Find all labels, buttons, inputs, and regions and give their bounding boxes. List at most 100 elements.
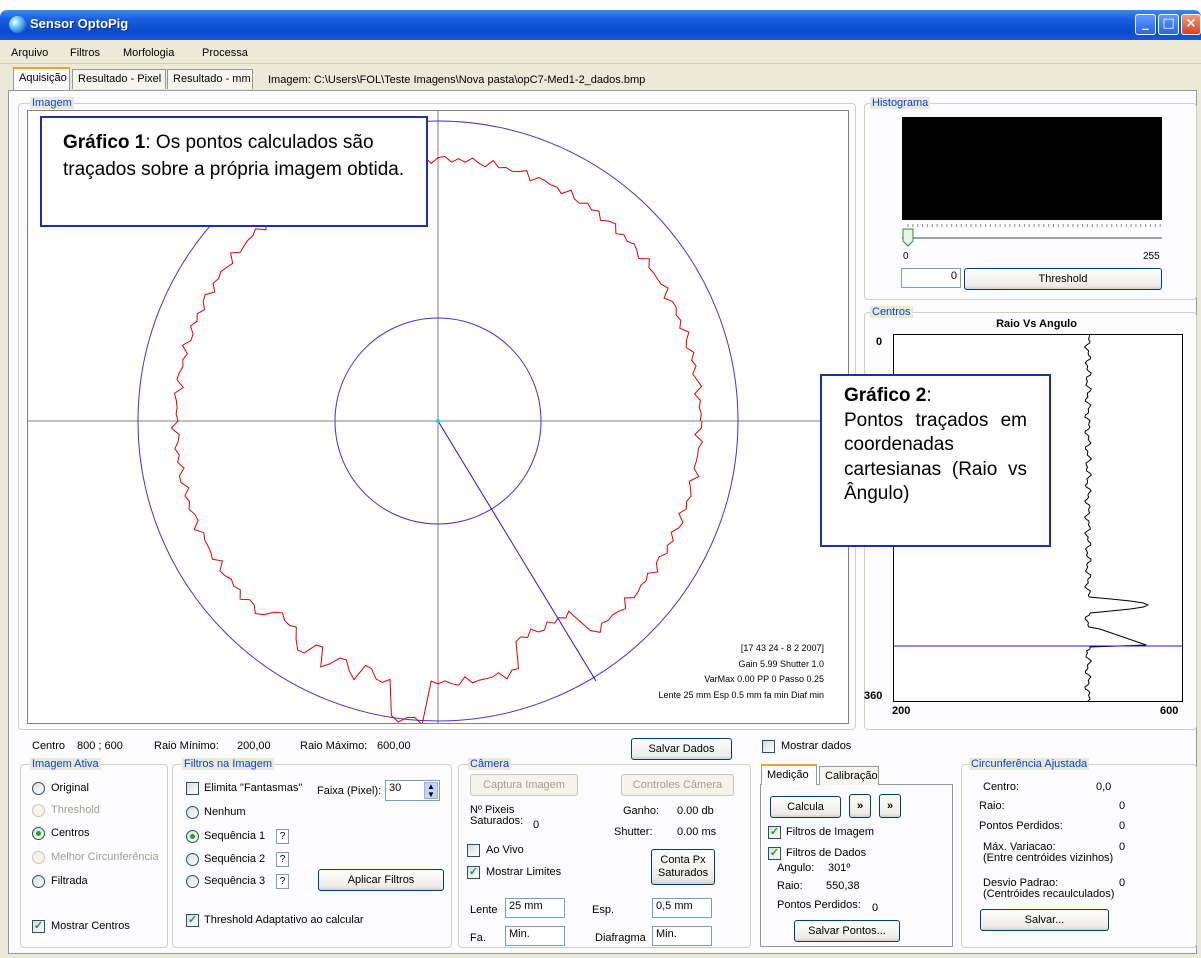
annotation-1-title: Gráfico 1 bbox=[63, 132, 146, 153]
shutter-label: Shutter: bbox=[614, 826, 653, 838]
pontos-perdidos-label: Pontos Perdidos: bbox=[777, 899, 861, 911]
circunferencia-label: Circunferência Ajustada bbox=[969, 758, 1090, 770]
circ-salvar-button[interactable]: Salvar... bbox=[980, 909, 1109, 931]
radio-sequencia-3[interactable] bbox=[186, 875, 199, 888]
next-button-1[interactable]: » bbox=[849, 794, 871, 818]
esp-input[interactable]: 0,5 mm bbox=[652, 898, 712, 918]
overlay-lente: Lente 25 mm Esp 0.5 mm fa min Diaf min bbox=[658, 689, 824, 700]
threshold-adaptativo-checkbox[interactable]: ✓ bbox=[186, 914, 199, 927]
centros-x-left: 200 bbox=[892, 705, 911, 717]
slider-thumb-icon bbox=[902, 228, 914, 247]
radio-nenhum[interactable] bbox=[186, 806, 199, 819]
title-bar[interactable] bbox=[0, 10, 1201, 40]
faixa-stepper[interactable]: 30 ▲ ▼ bbox=[385, 780, 440, 801]
help-sequencia-1[interactable]: ? bbox=[276, 829, 289, 844]
circ-centro-label: Centro: bbox=[983, 781, 1020, 793]
lente-input[interactable]: 25 mm bbox=[505, 898, 565, 918]
annotation-2-title: Gráfico 2 bbox=[844, 385, 927, 406]
histogram-slider[interactable] bbox=[902, 220, 1162, 248]
threshold-button[interactable]: Threshold bbox=[964, 268, 1162, 290]
radio-original[interactable] bbox=[32, 782, 45, 795]
ao-vivo-label: Ao Vivo bbox=[486, 844, 524, 856]
circ-perdidos-label: Pontos Perdidos: bbox=[979, 820, 1063, 832]
radio-sequencia-2-label: Sequência 2 bbox=[204, 853, 266, 865]
salvar-dados-button[interactable]: Salvar Dados bbox=[631, 738, 732, 760]
radio-sequencia-1[interactable] bbox=[186, 830, 199, 843]
centros-y-bottom: 360 bbox=[864, 690, 883, 702]
radio-melhor-circunferencia[interactable] bbox=[32, 851, 45, 864]
mostrar-limites-label: Mostrar Limites bbox=[486, 866, 562, 878]
tab-resultado-mm[interactable]: Resultado - mm bbox=[167, 69, 253, 89]
aplicar-filtros-button[interactable]: Aplicar Filtros bbox=[318, 869, 444, 891]
filtros-imagem-checkbox[interactable]: ✓ bbox=[768, 826, 781, 839]
tab-medicao[interactable]: Medição bbox=[761, 764, 817, 785]
mostrar-dados-label: Mostrar dados bbox=[781, 740, 852, 752]
radio-centros-label: Centros bbox=[51, 827, 90, 839]
tab-calibracao[interactable]: Calibração bbox=[819, 766, 879, 785]
radius-trace bbox=[1083, 335, 1150, 701]
close-button[interactable]: × bbox=[1181, 14, 1201, 35]
minimize-button[interactable]: _ bbox=[1135, 14, 1156, 35]
filtros-dados-checkbox[interactable]: ✓ bbox=[768, 847, 781, 860]
menu-morfologia[interactable]: Morfologia bbox=[123, 47, 174, 59]
centro-value: 800 ; 600 bbox=[77, 740, 123, 752]
radio-threshold[interactable] bbox=[32, 804, 45, 817]
raio-max-label: Raio Máximo: bbox=[300, 740, 368, 752]
menu-arquivo[interactable]: Arquivo bbox=[11, 47, 48, 59]
saturados-value: 0 bbox=[533, 819, 540, 831]
radio-threshold-label: Threshold bbox=[51, 804, 100, 816]
tab-aquisicao[interactable]: Aquisição bbox=[13, 67, 70, 90]
measured-contour bbox=[170, 155, 704, 723]
threshold-input[interactable]: 0 bbox=[901, 268, 961, 288]
calcula-button[interactable]: Calcula bbox=[770, 796, 841, 818]
salvar-pontos-button[interactable]: Salvar Pontos... bbox=[794, 920, 900, 942]
window-title: Sensor OptoPig bbox=[30, 16, 129, 31]
menu-bar bbox=[0, 40, 1201, 64]
faixa-value: 30 bbox=[389, 782, 402, 794]
overlay-gain: Gain 5.99 Shutter 1.0 bbox=[738, 658, 824, 669]
shutter-value: 0.00 ms bbox=[677, 826, 717, 838]
maximize-button[interactable]: □ bbox=[1158, 14, 1179, 35]
radio-sequencia-2[interactable] bbox=[186, 853, 199, 866]
diafragma-label: Diafragma bbox=[595, 932, 646, 944]
fa-label: Fa. bbox=[470, 932, 486, 944]
ao-vivo-checkbox[interactable] bbox=[467, 844, 480, 857]
help-sequencia-3[interactable]: ? bbox=[276, 874, 289, 889]
faixa-label: Faixa (Pixel): bbox=[317, 785, 382, 797]
mostrar-limites-checkbox[interactable]: ✓ bbox=[467, 866, 480, 879]
radio-filtrada[interactable] bbox=[32, 875, 45, 888]
centro-label: Centro bbox=[32, 740, 66, 752]
radio-sequencia-1-label: Sequência 1 bbox=[204, 830, 266, 842]
next-button-2[interactable]: » bbox=[879, 794, 901, 818]
diafragma-input[interactable]: Min. bbox=[652, 926, 712, 946]
image-path: Imagem: C:\Users\FOL\Teste Imagens\Nova … bbox=[268, 74, 646, 86]
imagem-ativa-label: Imagem Ativa bbox=[30, 758, 101, 770]
conta-px-button[interactable]: Conta Px Saturados bbox=[651, 849, 715, 885]
tab-resultado-pixel[interactable]: Resultado - Pixel bbox=[72, 69, 166, 89]
filtros-dados-label: Filtros de Dados bbox=[786, 847, 867, 859]
conta-px-line2: Saturados bbox=[657, 867, 709, 879]
help-sequencia-2[interactable]: ? bbox=[276, 852, 289, 867]
circ-perdidos-value: 0 bbox=[1119, 820, 1126, 832]
mostrar-centros-checkbox[interactable]: ✓ bbox=[32, 920, 45, 933]
histogram-max: 255 bbox=[1143, 251, 1160, 262]
elimita-checkbox[interactable] bbox=[186, 782, 199, 795]
centros-chart-title: Raio Vs Angulo bbox=[996, 318, 1077, 330]
mostrar-dados-checkbox[interactable] bbox=[762, 740, 775, 753]
radio-centros[interactable] bbox=[32, 827, 45, 840]
threshold-adaptativo-label: Threshold Adaptativo ao calcular bbox=[204, 914, 364, 926]
saturados-label: Saturados: bbox=[470, 815, 524, 827]
raio-min-value: 200,00 bbox=[237, 740, 271, 752]
desvio-sub: (Centróides recaulculados) bbox=[983, 888, 1115, 900]
fa-input[interactable]: Min. bbox=[505, 926, 565, 946]
circ-centro-value: 0,0 bbox=[1096, 781, 1112, 793]
controles-camera-button[interactable]: Controles Câmera bbox=[621, 774, 734, 796]
overlay-info: [17 43 24 - 8 2 2007] Gain 5.99 Shutter … bbox=[658, 641, 824, 703]
overlay-timestamp: [17 43 24 - 8 2 2007] bbox=[740, 643, 824, 653]
desvio-value: 0 bbox=[1119, 877, 1126, 889]
menu-processa[interactable]: Processa bbox=[202, 47, 248, 59]
angulo-label: Angulo: bbox=[777, 862, 815, 874]
captura-imagem-button[interactable]: Captura Imagem bbox=[470, 774, 578, 796]
menu-filtros[interactable]: Filtros bbox=[70, 47, 100, 59]
spinner-icon[interactable]: ▲ ▼ bbox=[424, 782, 438, 799]
